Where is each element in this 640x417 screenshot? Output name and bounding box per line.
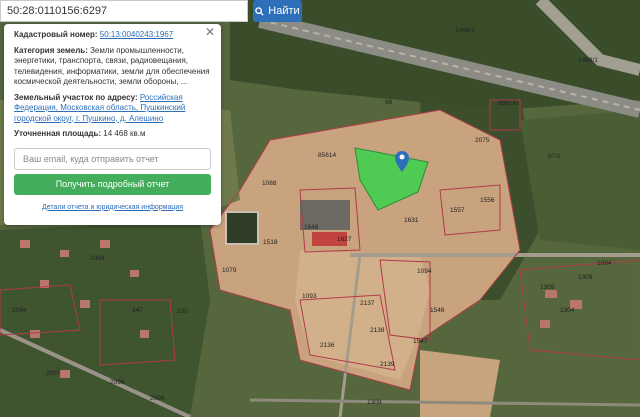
parcel-number-label: 1079 bbox=[222, 267, 237, 274]
parcel-number-label: 1309 bbox=[540, 284, 555, 291]
parcel-number-label: 97/1 bbox=[548, 153, 561, 160]
close-icon[interactable]: ✕ bbox=[205, 26, 215, 37]
parcel-number-label: 2096 bbox=[150, 395, 165, 402]
parcel-number-label: 8561/0 bbox=[498, 100, 518, 107]
parcel-number-label: 1309 bbox=[578, 274, 593, 281]
area-value: 14 468 кв.м bbox=[103, 129, 146, 138]
parcel-number-label: 1557 bbox=[450, 207, 465, 214]
parcel-number-label: 1468/1 bbox=[455, 27, 475, 34]
parcel-number-label: 1646 bbox=[304, 224, 319, 231]
get-report-button[interactable]: Получить подробный отчет bbox=[14, 173, 211, 195]
parcel-number-label: 1309 bbox=[367, 399, 382, 406]
parcel-number-label: 96 bbox=[385, 99, 393, 106]
area-label: Уточненная площадь: bbox=[14, 129, 102, 138]
search-icon bbox=[255, 6, 264, 16]
address-row: Земельный участок по адресу: Российская … bbox=[14, 93, 211, 125]
parcel-number-label: 2094 bbox=[12, 307, 27, 314]
cadastral-number-label: Кадастровый номер: bbox=[14, 30, 98, 39]
land-category-label: Категория земель: bbox=[14, 45, 88, 55]
parcel-number-label: 1304 bbox=[560, 307, 575, 314]
parcel-number-label: 2137 bbox=[360, 300, 375, 307]
parcel-number-label: 1518 bbox=[263, 239, 278, 246]
parcel-number-label: 1094 bbox=[597, 260, 612, 267]
parcel-number-label: 2075 bbox=[475, 137, 490, 144]
cadastral-number-row: Кадастровый номер: 50:13:0040243:1967 bbox=[14, 30, 211, 41]
land-category-row: Категория земель: Земли промышленности, … bbox=[14, 46, 211, 88]
parcel-info-panel: ✕ Кадастровый номер: 50:13:0040243:1967 … bbox=[4, 24, 221, 225]
cadastral-number-link[interactable]: 50:13:0040243:1967 bbox=[100, 30, 173, 39]
search-input[interactable]: 50:28:0110156:6297 bbox=[0, 0, 248, 22]
parcel-number-label: 2138 bbox=[370, 327, 385, 334]
parcel-number-label: 1631 bbox=[404, 217, 419, 224]
area-row: Уточненная площадь: 14 468 кв.м bbox=[14, 129, 211, 140]
email-field[interactable]: Ваш email, куда отправить отчет bbox=[14, 147, 211, 170]
parcel-number-label: 2139 bbox=[380, 361, 395, 368]
parcel-number-label: 1093 bbox=[302, 293, 317, 300]
parcel-number-label: 1088 bbox=[262, 180, 277, 187]
address-label: Земельный участок по адресу: bbox=[14, 92, 138, 102]
search-button-label: Найти bbox=[268, 5, 300, 17]
parcel-number-label: 330 bbox=[177, 308, 188, 315]
parcel-number-label: 1094 bbox=[90, 255, 105, 262]
parcel-number-label: 1468/1 bbox=[578, 57, 598, 64]
parcel-number-label: 2098 bbox=[110, 379, 125, 386]
parcel-number-label: 1547 bbox=[413, 338, 428, 345]
parcel-number-label: 347 bbox=[132, 307, 143, 314]
parcel-number-label: 2097 bbox=[46, 370, 61, 377]
parcel-number-label: 1546 bbox=[430, 307, 445, 314]
parcel-number-label: 2136 bbox=[320, 342, 335, 349]
parcel-number-label: 1556 bbox=[480, 197, 495, 204]
search-button[interactable]: Найти bbox=[253, 0, 302, 22]
report-details-link[interactable]: Детали отчета и юридическая информация bbox=[14, 203, 211, 214]
parcel-number-label: 1627 bbox=[337, 236, 352, 243]
parcel-number-label: 85614 bbox=[318, 152, 336, 159]
parcel-number-label: 1094 bbox=[417, 268, 432, 275]
